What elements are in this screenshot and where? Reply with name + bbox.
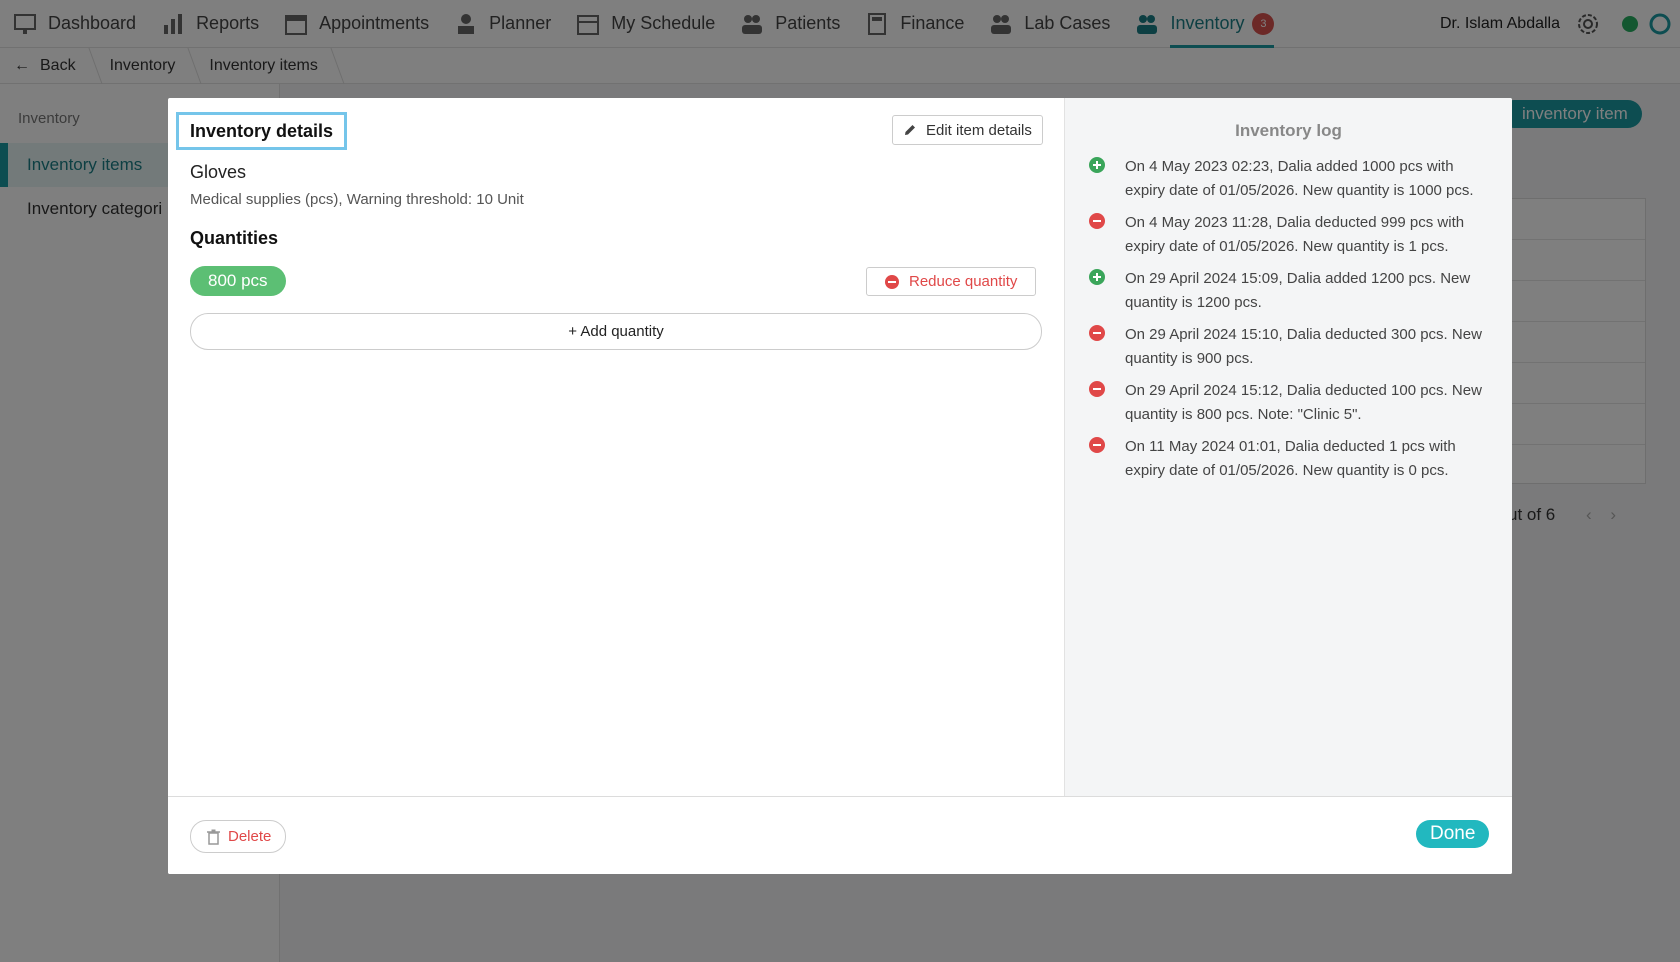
log-entry-text: On 4 May 2023 11:28, Dalia deducted 999 …: [1125, 214, 1465, 255]
reduce-quantity-button[interactable]: Reduce quantity: [866, 267, 1037, 296]
minus-circle-icon: [885, 274, 899, 289]
add-quantity-button[interactable]: + Add quantity: [190, 313, 1042, 350]
minus-circle-icon: [1089, 325, 1105, 341]
log-list: On 4 May 2023 02:23, Dalia added 1000 pc…: [1065, 155, 1512, 483]
quantities-heading: Quantities: [190, 228, 279, 248]
details-title: Inventory details: [176, 112, 348, 150]
log-entry: On 4 May 2023 02:23, Dalia added 1000 pc…: [1089, 155, 1492, 203]
delete-button[interactable]: Delete: [190, 820, 287, 853]
edit-item-label: Edit item details: [926, 121, 1032, 139]
minus-circle-icon: [1089, 437, 1105, 453]
inventory-log-pane: Inventory log On 4 May 2023 02:23, Dalia…: [1064, 98, 1512, 796]
done-button[interactable]: Done: [1416, 820, 1490, 848]
details-pane: Inventory details Edit item details Glov…: [168, 98, 1064, 796]
trash-icon: [207, 829, 220, 845]
log-entry-text: On 4 May 2023 02:23, Dalia added 1000 pc…: [1125, 158, 1474, 199]
edit-item-button[interactable]: Edit item details: [892, 115, 1043, 145]
log-entry-text: On 29 April 2024 15:12, Dalia deducted 1…: [1125, 382, 1482, 423]
log-entry-text: On 29 April 2024 15:10, Dalia deducted 3…: [1125, 326, 1482, 367]
plus-circle-icon: [1089, 157, 1105, 173]
plus-circle-icon: [1089, 269, 1105, 285]
item-meta: Medical supplies (pcs), Warning threshol…: [190, 191, 524, 208]
log-entry: On 11 May 2024 01:01, Dalia deducted 1 p…: [1089, 435, 1492, 483]
delete-label: Delete: [228, 828, 272, 845]
inventory-details-modal: Inventory details Edit item details Glov…: [168, 98, 1512, 874]
quantity-pill[interactable]: 800 pcs: [190, 266, 286, 296]
log-entry-text: On 29 April 2024 15:09, Dalia added 1200…: [1125, 270, 1471, 311]
log-entry: On 29 April 2024 15:10, Dalia deducted 3…: [1089, 323, 1492, 371]
minus-circle-icon: [1089, 213, 1105, 229]
modal-footer: Delete Done: [168, 796, 1512, 874]
log-entry: On 4 May 2023 11:28, Dalia deducted 999 …: [1089, 211, 1492, 259]
reduce-quantity-label: Reduce quantity: [909, 273, 1018, 290]
pencil-icon: [905, 125, 915, 135]
minus-circle-icon: [1089, 381, 1105, 397]
item-name: Gloves: [190, 162, 247, 182]
log-entry-text: On 11 May 2024 01:01, Dalia deducted 1 p…: [1125, 438, 1456, 479]
log-entry: On 29 April 2024 15:09, Dalia added 1200…: [1089, 267, 1492, 315]
log-title: Inventory log: [1235, 121, 1342, 140]
log-entry: On 29 April 2024 15:12, Dalia deducted 1…: [1089, 379, 1492, 427]
